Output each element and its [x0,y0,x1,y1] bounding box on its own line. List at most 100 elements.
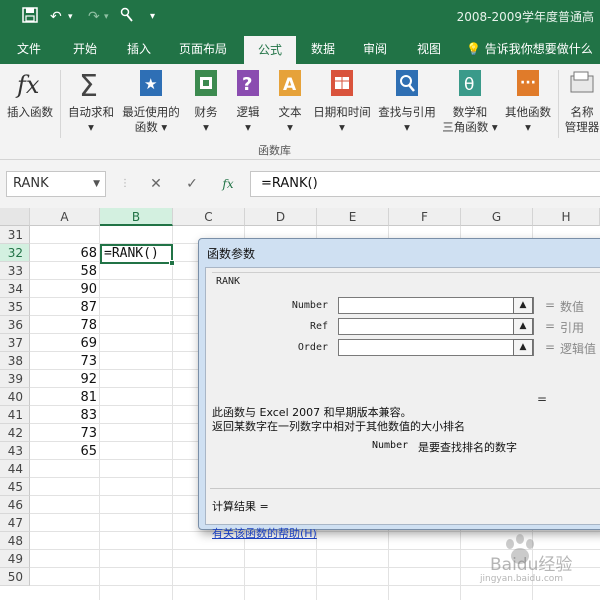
cell-a[interactable]: 87 [30,298,100,316]
row-header[interactable]: 31 [0,226,30,244]
cell-a[interactable]: 73 [30,424,100,442]
svg-text:?: ? [242,74,252,95]
tab-insert[interactable]: 插入 [116,34,162,64]
cell-a[interactable]: 78 [30,316,100,334]
cell-a[interactable] [30,514,100,532]
collapse-dialog-number-button[interactable]: ▲ [513,297,533,314]
cell-a[interactable] [30,478,100,496]
row-header[interactable]: 49 [0,550,30,568]
name-manager-label: 名称 [570,105,594,119]
cell-a[interactable]: 83 [30,406,100,424]
cell-a[interactable] [30,496,100,514]
autosum-label: 自动求和 [68,105,114,119]
arg-hint-ref: 引用 [560,321,585,335]
arg-input-number[interactable] [338,297,534,314]
row-header[interactable]: 41 [0,406,30,424]
row-header[interactable]: 48 [0,532,30,550]
date-time-button[interactable]: 日期和时间 ▾ [310,68,374,135]
math-trig-button[interactable]: θ 数学和 三角函数 ▾ [440,68,500,135]
row-header[interactable]: 46 [0,496,30,514]
row-header[interactable]: 34 [0,280,30,298]
tab-page-layout[interactable]: 页面布局 [172,34,234,64]
tell-me-box[interactable]: 💡 告诉我你想要做什么 [466,34,593,64]
row-header[interactable]: 47 [0,514,30,532]
undo-icon[interactable]: ↶ [50,7,62,27]
customize-quick-access-icon[interactable]: ▾ [150,7,155,27]
row-header[interactable]: 39 [0,370,30,388]
select-all-corner[interactable] [0,208,30,226]
chevron-down-icon[interactable]: ▼ [93,172,100,196]
touch-mode-icon[interactable] [120,7,134,27]
cell-a[interactable] [30,550,100,568]
row-header[interactable]: 33 [0,262,30,280]
save-icon[interactable] [22,7,38,27]
tab-view[interactable]: 视图 [406,34,452,64]
tab-home[interactable]: 开始 [62,34,108,64]
tab-formulas[interactable]: 公式 [244,36,296,64]
row-header[interactable]: 36 [0,316,30,334]
formula-input[interactable]: =RANK() [250,171,600,197]
cell-a[interactable]: 58 [30,262,100,280]
cell-a[interactable] [30,532,100,550]
column-header-d[interactable]: D [245,208,317,226]
lookup-reference-button[interactable]: 查找与引用 ▾ [376,68,438,135]
financial-button[interactable]: 财务 ▾ [186,68,226,135]
insert-function-fx-button[interactable]: fx [217,173,239,195]
row-header[interactable]: 45 [0,478,30,496]
column-header-f[interactable]: F [389,208,461,226]
cell-a[interactable]: 90 [30,280,100,298]
cell-a[interactable]: 65 [30,442,100,460]
more-functions-dropdown-icon: ▾ [525,120,531,134]
arg-label-order: Order [297,342,328,353]
row-header[interactable]: 37 [0,334,30,352]
active-cell-b32[interactable]: =RANK() [100,244,175,266]
window-title: 2008-2009学年度普通高 [456,10,594,24]
column-header-a[interactable]: A [30,208,100,226]
cell-a[interactable]: 68 [30,244,100,262]
lookup-reference-label: 查找与引用 [378,105,436,119]
recently-used-button[interactable]: ★ 最近使用的 函数 ▾ [120,68,182,135]
row-header[interactable]: 40 [0,388,30,406]
undo-dropdown-icon[interactable]: ▾ [68,7,73,27]
cell-a[interactable]: 81 [30,388,100,406]
autosum-button[interactable]: Σ 自动求和 ▾ [64,68,118,135]
name-manager-button[interactable]: 名称 管理器 [562,68,600,135]
text-button[interactable]: A 文本 ▾ [270,68,310,135]
cell-a[interactable] [30,460,100,478]
dialog-title[interactable]: 函数参数 [207,245,255,262]
function-help-link[interactable]: 有关该函数的帮助(H) [212,525,317,541]
row-header[interactable]: 42 [0,424,30,442]
cancel-formula-button[interactable]: ✕ [145,173,167,195]
cell-a[interactable]: 73 [30,352,100,370]
column-header-g[interactable]: G [461,208,533,226]
enter-formula-button[interactable]: ✓ [181,173,203,195]
name-box[interactable]: RANK ▼ [6,171,106,197]
cell-a[interactable] [30,226,100,244]
sigma-icon: Σ [76,68,106,104]
tab-file[interactable]: 文件 [6,34,52,64]
row-header[interactable]: 43 [0,442,30,460]
tab-data[interactable]: 数据 [300,34,346,64]
arg-input-ref[interactable] [338,318,534,335]
column-header-c[interactable]: C [173,208,245,226]
logical-button[interactable]: ? 逻辑 ▾ [228,68,268,135]
row-header[interactable]: 50 [0,568,30,586]
cell-a[interactable]: 92 [30,370,100,388]
row-header[interactable]: 32 [0,244,30,262]
insert-function-button[interactable]: fx 插入函数 [4,68,56,120]
arg-description-text: 是要查找排名的数字 [418,441,517,454]
cell-a[interactable]: 69 [30,334,100,352]
column-header-b[interactable]: B [100,208,173,226]
row-header[interactable]: 38 [0,352,30,370]
more-functions-button[interactable]: ··· 其他函数 ▾ [500,68,556,135]
fill-handle[interactable] [169,260,175,266]
collapse-dialog-order-button[interactable]: ▲ [513,339,533,356]
arg-input-order[interactable] [338,339,534,356]
row-header[interactable]: 44 [0,460,30,478]
row-header[interactable]: 35 [0,298,30,316]
tab-review[interactable]: 审阅 [352,34,398,64]
cell-a[interactable] [30,568,100,586]
column-header-h[interactable]: H [533,208,600,226]
collapse-dialog-ref-button[interactable]: ▲ [513,318,533,335]
column-header-e[interactable]: E [317,208,389,226]
